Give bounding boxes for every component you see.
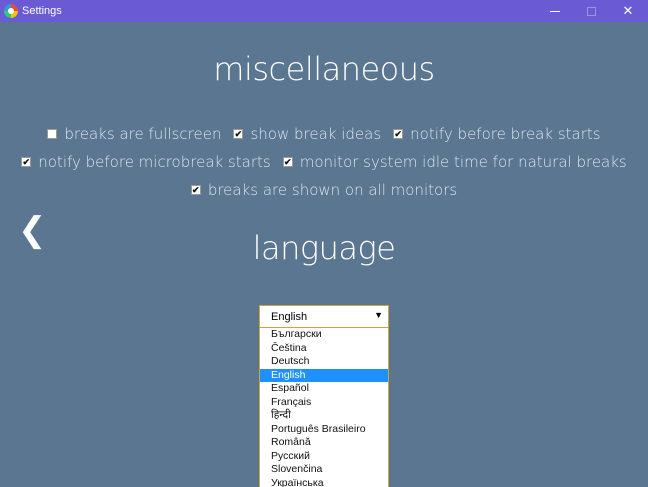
- option-label: notify before microbreak starts: [38, 153, 271, 171]
- language-option[interactable]: English: [260, 368, 388, 382]
- checkbox[interactable]: ✔: [190, 185, 201, 195]
- maximize-button[interactable]: [573, 0, 609, 22]
- language-option[interactable]: Deutsch: [260, 355, 388, 369]
- language-option[interactable]: Français: [260, 396, 388, 410]
- option-label: breaks are fullscreen: [64, 125, 222, 143]
- language-select[interactable]: English ▼: [259, 305, 389, 328]
- close-button[interactable]: ✕: [610, 0, 646, 22]
- option-show-break-ideas[interactable]: ✔ show break ideas: [233, 125, 381, 143]
- options-row-1: breaks are fullscreen ✔ show break ideas…: [0, 125, 648, 143]
- window-title: Settings: [22, 5, 62, 17]
- language-option[interactable]: Español: [260, 382, 388, 396]
- language-option[interactable]: Slovenčina: [260, 463, 388, 477]
- option-monitor-idle-time[interactable]: ✔ monitor system idle time for natural b…: [282, 153, 627, 171]
- language-option[interactable]: हिन्दी: [260, 409, 388, 423]
- options-row-3: ✔ breaks are shown on all monitors: [0, 181, 648, 199]
- checkbox[interactable]: ✔: [21, 157, 32, 167]
- close-icon: ✕: [622, 3, 634, 18]
- option-all-monitors[interactable]: ✔ breaks are shown on all monitors: [190, 181, 458, 199]
- option-notify-before-microbreak[interactable]: ✔ notify before microbreak starts: [21, 153, 271, 171]
- language-select-value: English: [271, 311, 308, 323]
- option-label: monitor system idle time for natural bre…: [299, 153, 627, 171]
- checkbox[interactable]: ✔: [233, 129, 244, 139]
- option-label: show break ideas: [250, 125, 382, 143]
- title-bar: Settings ✕: [0, 0, 648, 22]
- option-breaks-fullscreen[interactable]: breaks are fullscreen: [47, 125, 221, 143]
- option-notify-before-break[interactable]: ✔ notify before break starts: [393, 125, 601, 143]
- language-heading: language: [252, 229, 396, 267]
- checkbox[interactable]: ✔: [393, 129, 404, 139]
- option-label: notify before break starts: [410, 125, 601, 143]
- language-option[interactable]: Română: [260, 436, 388, 450]
- language-option[interactable]: Português Brasileiro: [260, 423, 388, 437]
- options-row-2: ✔ notify before microbreak starts ✔ moni…: [0, 153, 648, 171]
- language-option[interactable]: Українська: [260, 477, 388, 487]
- language-dropdown-list: Български Čeština Deutsch English Español Fra…: [259, 328, 389, 487]
- language-option[interactable]: Русский: [260, 450, 388, 464]
- dropdown-arrow-icon: ▼: [374, 310, 383, 320]
- language-option[interactable]: Čeština: [260, 342, 388, 356]
- option-label: breaks are shown on all monitors: [207, 181, 458, 199]
- language-option[interactable]: Български: [260, 328, 388, 342]
- checkbox[interactable]: ✔: [282, 157, 293, 167]
- maximize-icon: [586, 6, 596, 16]
- miscellaneous-heading: miscellaneous: [213, 50, 435, 88]
- minimize-icon: [550, 10, 560, 12]
- app-icon: [4, 4, 18, 18]
- minimize-button[interactable]: [537, 0, 573, 22]
- checkbox[interactable]: [47, 129, 58, 139]
